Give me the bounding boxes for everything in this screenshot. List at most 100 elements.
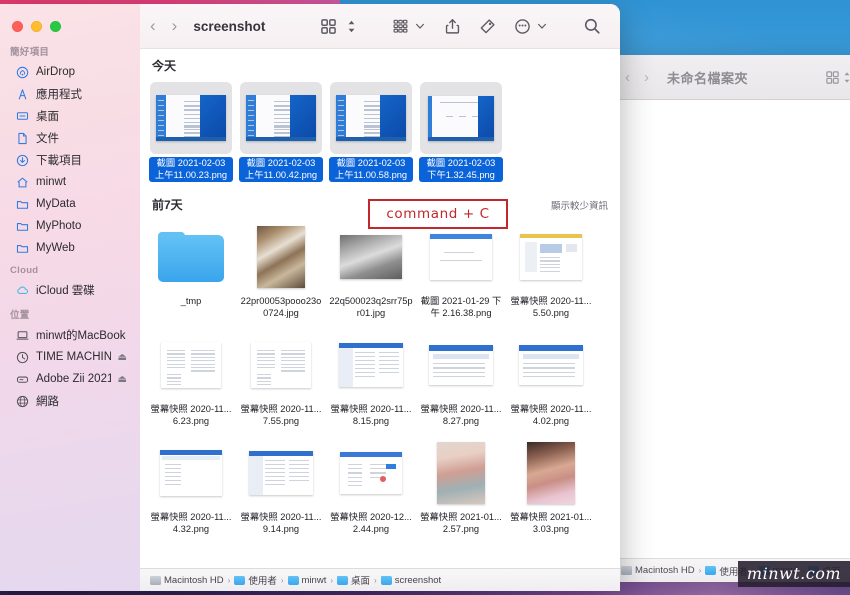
sidebar-item-[interactable]: 下載項目 xyxy=(5,149,135,171)
disk-icon-icon xyxy=(16,376,28,383)
view-options-stepper[interactable] xyxy=(342,14,361,38)
file-name-label: 螢幕快照 2020-11...6.23.png xyxy=(150,404,232,426)
sidebar-item-adobe-zii-2021-6[interactable]: Adobe Zii 2021 6 ⏏ xyxy=(5,368,135,390)
file-item[interactable]: 截圖 2021-02-03 上午11.00.58.png xyxy=(327,78,415,188)
window-controls[interactable] xyxy=(12,21,61,32)
pathbar-label: minwt xyxy=(301,574,327,586)
pathbar-item[interactable]: 使用者 xyxy=(234,573,277,587)
background-path-label: Macintosh HD xyxy=(635,565,695,576)
more-dropdown[interactable] xyxy=(536,14,552,38)
laptop-icon xyxy=(15,328,29,342)
sidebar-groups: 簡好項目 AirDrop 應用程式 桌面 文件 下載項目 minwt MyData MyPhot… xyxy=(0,38,140,412)
file-name-label: _tmp xyxy=(180,296,202,306)
thumbnail-image xyxy=(257,226,305,288)
close-button[interactable] xyxy=(12,21,23,32)
share-button[interactable] xyxy=(439,14,466,38)
file-item[interactable]: 螢幕快照 2020-11...4.32.png xyxy=(147,433,235,541)
finder-content: ‹ › screenshot 今天 截圖 2021-02-03 上午11.00.… xyxy=(140,4,620,591)
file-item[interactable]: 螢幕快照 2020-11...8.15.png xyxy=(327,325,415,433)
thumbnail-image xyxy=(520,234,582,280)
background-path-item[interactable]: Macintosh HD xyxy=(621,565,695,576)
sidebar-item-myweb[interactable]: MyWeb xyxy=(5,237,135,259)
eject-icon[interactable]: ⏏ xyxy=(118,374,127,385)
file-item[interactable]: 螢幕快照 2020-11...9.14.png xyxy=(237,433,325,541)
thumbnail-image xyxy=(249,451,313,495)
background-window-view-controls[interactable] xyxy=(825,70,850,85)
sidebar-item-[interactable]: 應用程式 xyxy=(5,83,135,105)
downloads-icon-icon xyxy=(16,154,28,166)
eject-icon[interactable]: ⏏ xyxy=(118,352,127,363)
file-name-label: 截圖 2021-02-03 上午11.00.58.png xyxy=(329,157,413,182)
forward-icon[interactable]: › xyxy=(172,16,178,36)
file-item[interactable]: 螢幕快照 2021-01...3.03.png xyxy=(507,433,595,541)
group-by-group[interactable] xyxy=(387,14,430,38)
background-forward-icon[interactable]: › xyxy=(644,69,649,86)
group-by-icon xyxy=(393,19,408,33)
pathbar-item[interactable]: Macintosh HD xyxy=(150,575,224,586)
sidebar-item-minwt[interactable]: minwt xyxy=(5,171,135,193)
pathbar-item[interactable]: 桌面 xyxy=(337,573,370,587)
path-separator: › xyxy=(374,575,377,585)
file-grid[interactable]: 今天 截圖 2021-02-03 上午11.00.23.png 截圖 2021-… xyxy=(140,49,620,568)
background-back-icon[interactable]: ‹ xyxy=(625,69,630,86)
thumbnail-image xyxy=(251,342,311,388)
thumbnail-image xyxy=(437,442,485,504)
pathbar-label: 桌面 xyxy=(351,576,371,587)
group-by-button[interactable] xyxy=(387,14,414,38)
home-icon xyxy=(15,175,29,189)
thumbnail-image xyxy=(429,345,493,385)
thumbnail-image xyxy=(339,343,403,387)
file-item[interactable]: 螢幕快照 2020-12...2.44.png xyxy=(327,433,415,541)
grid-view-icon[interactable] xyxy=(825,70,840,85)
more-button[interactable] xyxy=(509,14,536,38)
sidebar-item-[interactable]: 文件 xyxy=(5,127,135,149)
sidebar-item-label: 下載項目 xyxy=(36,155,82,167)
section-title: 前7天 xyxy=(152,198,183,212)
file-item[interactable]: 螢幕快照 2020-11...6.23.png xyxy=(147,325,235,433)
sidebar-item-[interactable]: 桌面 xyxy=(5,105,135,127)
pathbar-item[interactable]: screenshot xyxy=(380,575,441,586)
tag-button[interactable] xyxy=(474,14,501,38)
file-item[interactable]: 截圖 2021-02-03 上午11.00.23.png xyxy=(147,78,235,188)
file-item[interactable]: 22q500023q2srr75pr01.jpg xyxy=(327,217,415,325)
grid-view-button[interactable] xyxy=(315,14,342,38)
file-item[interactable]: 截圖 2021-01-29 下午 2.16.38.png xyxy=(417,217,505,325)
file-item[interactable]: 螢幕快照 2020-11...8.27.png xyxy=(417,325,505,433)
sidebar-item-time-machine[interactable]: TIME MACHINE ⏏ xyxy=(5,346,135,368)
thumbnail-image xyxy=(161,342,221,388)
sidebar-item-icloud[interactable]: iCloud 雲碟 xyxy=(5,279,135,301)
background-finder-window[interactable]: ‹ › 未命名檔案夾 Macintosh HD › 使用者 xyxy=(613,55,850,582)
sidebar-item-minwt-macbook-air[interactable]: minwt的MacBook Air xyxy=(5,324,135,346)
file-item[interactable]: 螢幕快照 2020-11...5.50.png xyxy=(507,217,595,325)
file-item[interactable]: 螢幕快照 2020-11...7.55.png xyxy=(237,325,325,433)
sidebar-item-mydata[interactable]: MyData xyxy=(5,193,135,215)
file-item[interactable]: 螢幕快照 2020-11...4.02.png xyxy=(507,325,595,433)
desktop: ‹ › 未命名檔案夾 Macintosh HD › 使用者 簡好項目 AirDr… xyxy=(0,0,850,595)
search-button[interactable] xyxy=(578,14,606,38)
sidebar-item-label: 應用程式 xyxy=(36,89,82,101)
file-item[interactable]: 22pr00053pooo23o0724.jpg xyxy=(237,217,325,325)
view-toggle-group[interactable] xyxy=(315,14,361,38)
file-thumbnail xyxy=(510,437,592,509)
pathbar[interactable]: Macintosh HD › 使用者 › minwt › 桌面 › screenshot xyxy=(140,568,620,591)
sidebar-item-[interactable]: 網路 xyxy=(5,390,135,412)
more-group[interactable] xyxy=(509,14,552,38)
back-icon[interactable]: ‹ xyxy=(150,16,156,36)
zoom-button[interactable] xyxy=(50,21,61,32)
minimize-button[interactable] xyxy=(31,21,42,32)
file-item[interactable]: 螢幕快照 2021-01...2.57.png xyxy=(417,433,505,541)
sidebar-item-myphoto[interactable]: MyPhoto xyxy=(5,215,135,237)
network-icon xyxy=(15,394,29,408)
finder-window[interactable]: 簡好項目 AirDrop 應用程式 桌面 文件 下載項目 minwt MyData MyPhot… xyxy=(0,4,620,591)
pathbar-item[interactable]: minwt xyxy=(287,574,327,586)
sidebar-item-label: 桌面 xyxy=(36,111,59,123)
sidebar-item-airdrop[interactable]: AirDrop xyxy=(5,61,135,83)
view-chevron-icon[interactable] xyxy=(843,71,850,84)
file-item[interactable]: 截圖 2021-02-03 下午1.32.45.png xyxy=(417,78,505,188)
file-item[interactable]: 截圖 2021-02-03 上午11.00.42.png xyxy=(237,78,325,188)
sidebar-item-label: AirDrop xyxy=(36,66,75,78)
file-thumbnail xyxy=(330,82,412,154)
group-by-dropdown[interactable] xyxy=(414,14,430,38)
show-less-info-link[interactable]: 顯示較少資訊 xyxy=(551,198,608,212)
file-item[interactable]: _tmp xyxy=(147,217,235,325)
